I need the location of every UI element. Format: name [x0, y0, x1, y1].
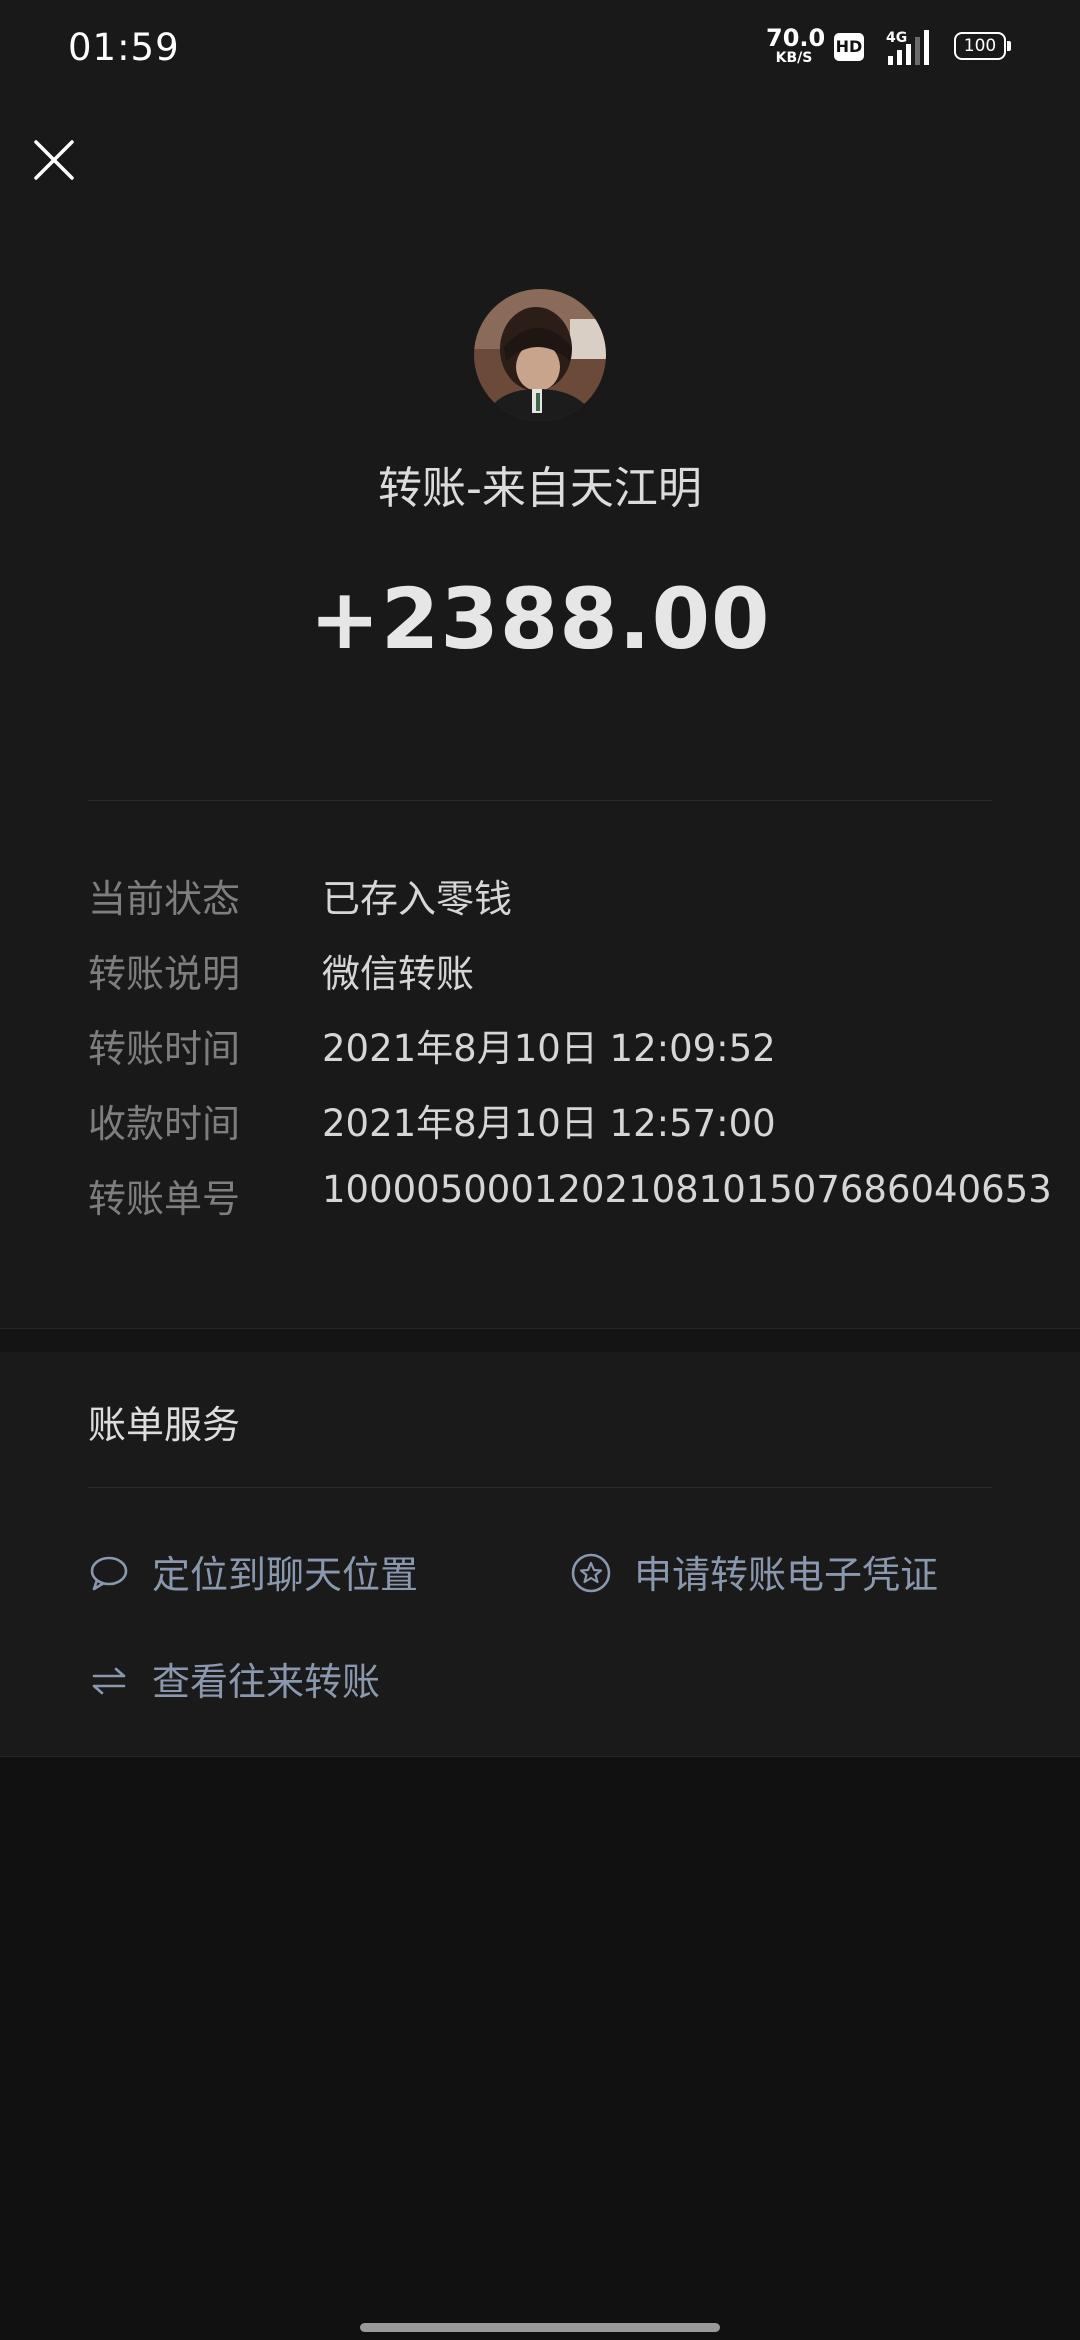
transfer-amount: +2388.00 [309, 570, 771, 668]
detail-label: 转账说明 [88, 952, 241, 996]
user-avatar [474, 289, 606, 421]
network-type-label: 4G [886, 30, 907, 46]
detail-value: 已存入零钱 [322, 877, 513, 921]
detail-row-transfer-number: 转账单号 1000050001202108101507686040653 [88, 1168, 1052, 1243]
section-title: 账单服务 [88, 1403, 241, 1447]
section-separator [0, 1328, 1080, 1354]
detail-row-receive-time: 收款时间 2021年8月10日 12:57:00 [88, 1093, 1008, 1168]
star-badge-icon [571, 1553, 611, 1593]
detail-label: 当前状态 [88, 877, 241, 921]
status-bar: 01:59 70.0 KB/S HD 4G 100 [0, 0, 1080, 96]
transfer-details: 当前状态 已存入零钱 转账说明 微信转账 转账时间 2021年8月10日 12:… [88, 868, 1052, 1243]
hd-voice-icon: HD [834, 33, 864, 61]
detail-label: 收款时间 [88, 1102, 241, 1146]
locate-chat-button[interactable]: 定位到聊天位置 [88, 1544, 448, 1604]
divider [88, 1487, 992, 1488]
status-time: 01:59 [68, 26, 180, 69]
cellular-signal-icon: 4G [886, 30, 929, 65]
detail-row-transfer-time: 转账时间 2021年8月10日 12:09:52 [88, 1018, 1008, 1093]
detail-row-note: 转账说明 微信转账 [88, 943, 1008, 1018]
detail-value: 2021年8月10日 12:09:52 [322, 1027, 776, 1070]
service-label: 申请转账电子凭证 [634, 1553, 939, 1597]
detail-label: 转账时间 [88, 1027, 241, 1071]
service-label: 查看往来转账 [152, 1660, 381, 1704]
detail-label: 转账单号 [88, 1177, 241, 1221]
view-transfers-button[interactable]: 查看往来转账 [88, 1651, 418, 1711]
network-speed: 70.0 KB/S [766, 24, 826, 66]
detail-value: 微信转账 [322, 952, 475, 996]
service-label: 定位到聊天位置 [152, 1553, 419, 1597]
sender-avatar [474, 289, 606, 421]
bill-services-section: 账单服务 定位到聊天位置 申请转账电子凭证 查看往来转账 [0, 1352, 1080, 1757]
home-indicator[interactable] [360, 2323, 720, 2332]
chat-bubble-icon [90, 1556, 128, 1591]
close-icon [34, 140, 74, 180]
battery-tip [1007, 41, 1011, 51]
detail-value: 2021年8月10日 12:57:00 [322, 1102, 776, 1145]
transfer-source-title: 转账-来自天江明 [378, 463, 702, 514]
network-speed-unit: KB/S [775, 50, 813, 66]
detail-value[interactable]: 1000050001202108101507686040653 [322, 1168, 1052, 1211]
transfer-arrows-icon [92, 1667, 126, 1695]
network-speed-value: 70.0 [766, 24, 826, 52]
detail-row-status: 当前状态 已存入零钱 [88, 868, 1008, 943]
request-e-voucher-button[interactable]: 申请转账电子凭证 [570, 1544, 990, 1604]
battery-icon: 100 [954, 32, 1006, 60]
divider [88, 800, 992, 801]
close-button[interactable] [28, 134, 80, 186]
